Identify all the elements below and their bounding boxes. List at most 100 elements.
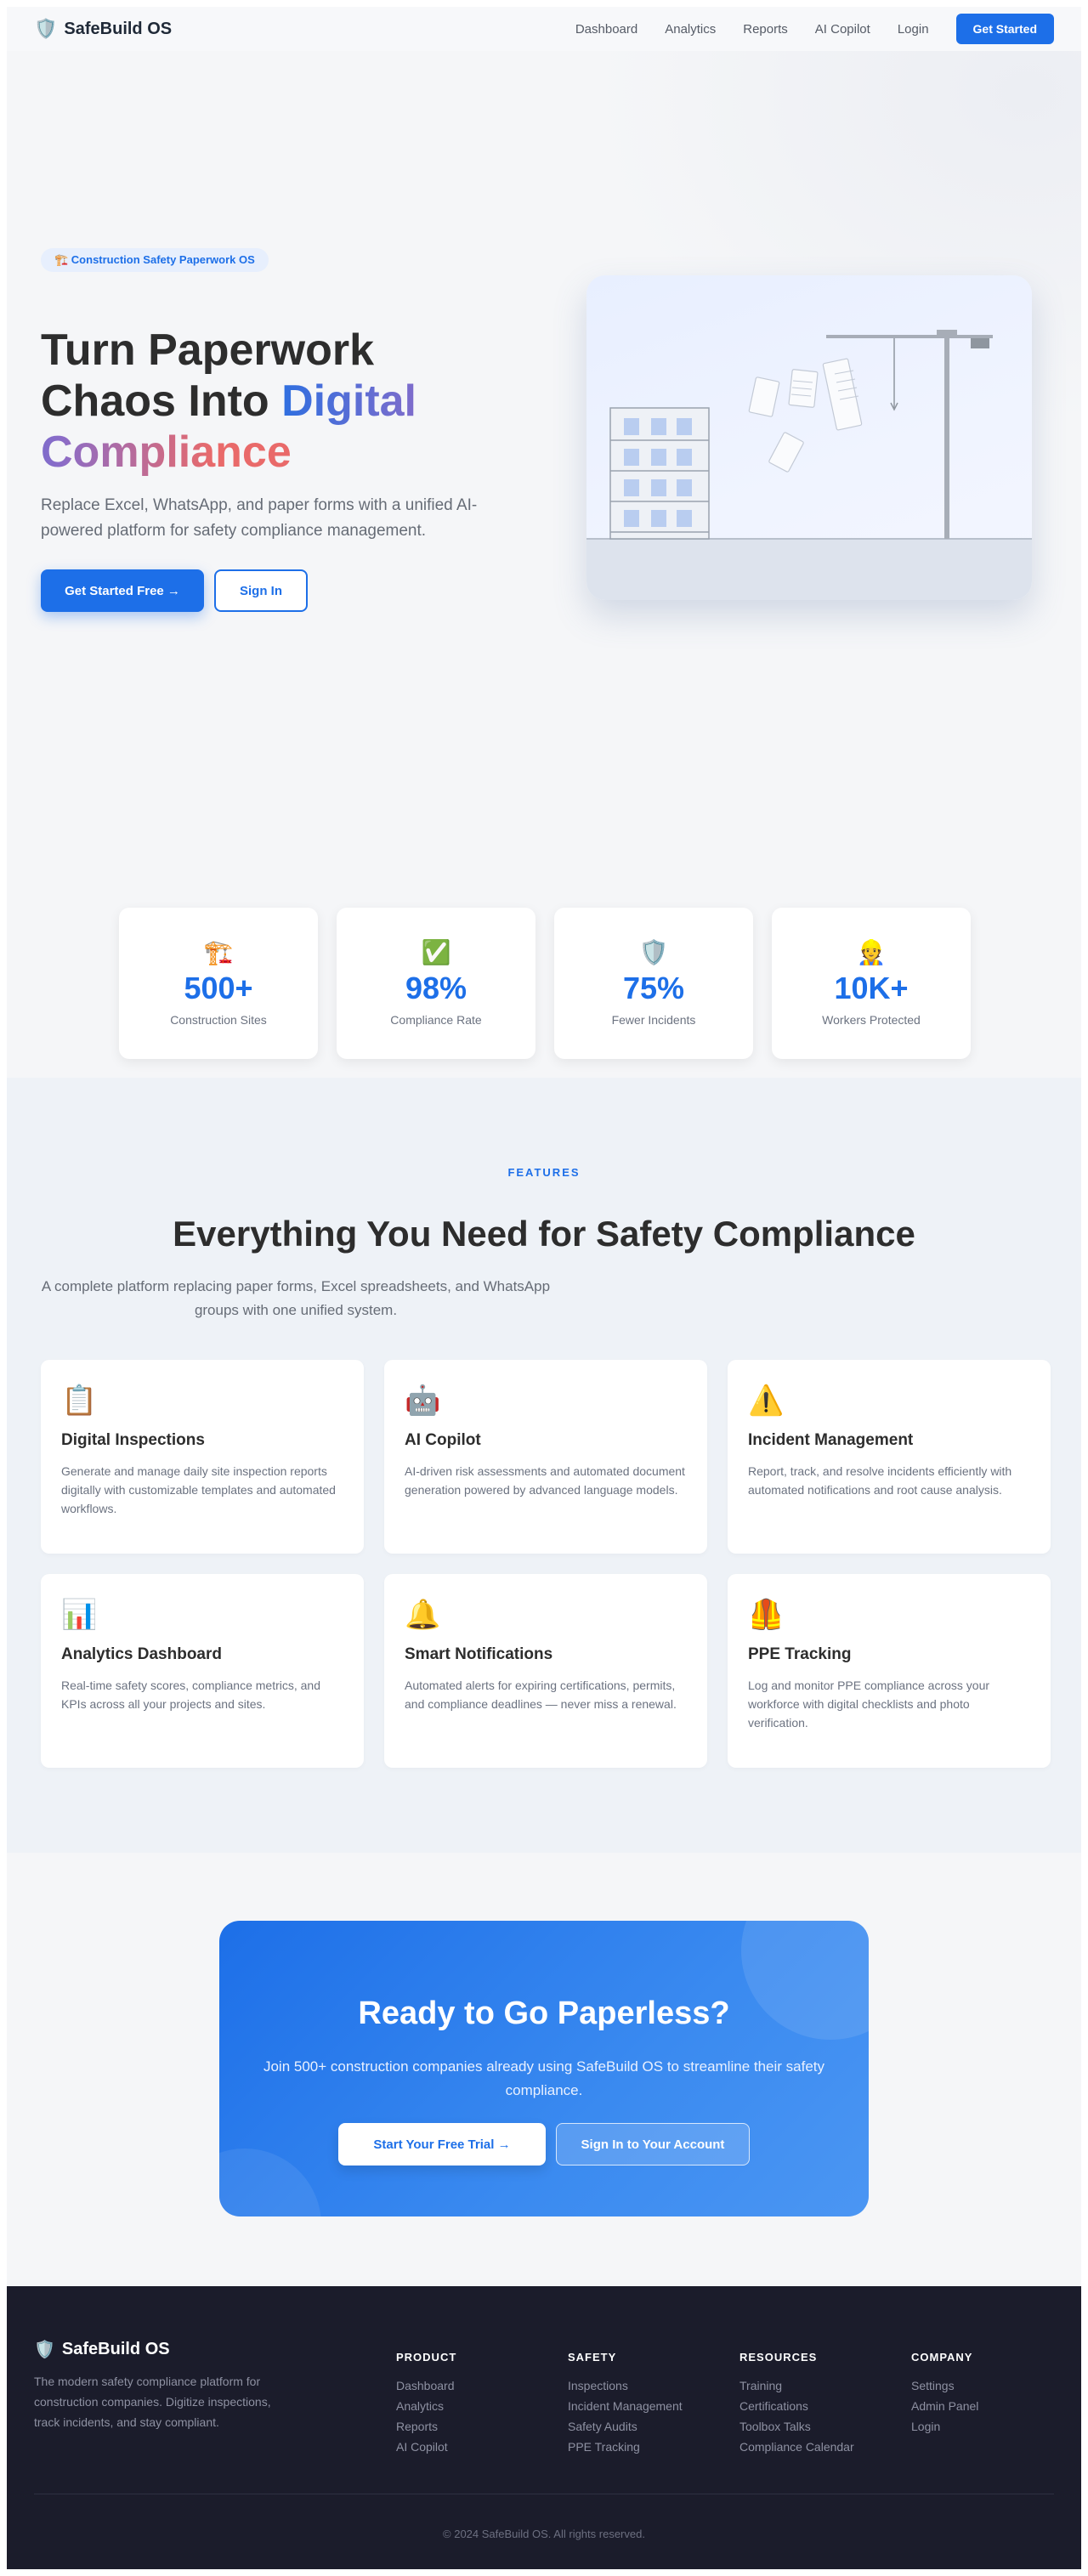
feature-card-ai-copilot: 🤖 AI Copilot AI-driven risk assessments … [384,1360,707,1554]
crane-icon: 🏗️ [203,939,234,965]
brand-name: SafeBuild OS [64,19,173,38]
feature-card-ppe-tracking: 🦺 PPE Tracking Log and monitor PPE compl… [728,1574,1051,1768]
footer-col-resources: RESOURCES Training Certifications Toolbo… [740,2351,854,2460]
footer-link-ppe-tracking[interactable]: PPE Tracking [568,2440,683,2454]
shield-icon: 🛡️ [638,939,669,965]
footer-copyright: © 2024 SafeBuild OS. All rights reserved… [443,2528,645,2540]
footer-brand-name: SafeBuild OS [61,2340,170,2358]
footer-link-training[interactable]: Training [740,2379,854,2392]
stats-row: 🏗️ 500+ Construction Sites ✅ 98% Complia… [119,908,971,1059]
get-started-free-button[interactable]: Get Started Free → [41,569,204,612]
nav-link-dashboard[interactable]: Dashboard [575,22,638,37]
hero-badge: 🏗️ Construction Safety Paperwork OS [41,248,269,272]
nav-link-ai-copilot[interactable]: AI Copilot [815,22,870,37]
cta-banner: Ready to Go Paperless? Join 500+ constru… [219,1921,869,2216]
stat-label: Fewer Incidents [611,1013,696,1027]
hero-section: 🏗️ Construction Safety Paperwork OS Turn… [7,51,1081,875]
construction-scene-icon [586,330,1032,600]
feature-card-desc: Generate and manage daily site inspectio… [61,1464,336,1515]
features-eyebrow: FEATURES [507,1166,581,1179]
footer-col-product: PRODUCT Dashboard Analytics Reports AI C… [396,2351,456,2460]
stat-card: ✅ 98% Compliance Rate [337,908,536,1059]
nav-links: Dashboard Analytics Reports AI Copilot L… [575,7,1054,51]
stat-label: Workers Protected [822,1013,921,1027]
feature-card-title: AI Copilot [405,1431,481,1449]
footer-link-dashboard[interactable]: Dashboard [396,2379,456,2392]
stat-value: 500+ [184,971,253,1005]
feature-card-desc: Real-time safety scores, compliance metr… [61,1679,320,1711]
footer-link-inspections[interactable]: Inspections [568,2379,683,2392]
features-section: FEATURES Everything You Need for Safety … [7,1078,1081,1853]
get-started-button[interactable]: Get Started [955,14,1054,44]
shield-icon: 🛡️ [34,2341,55,2359]
cta-subtitle: Join 500+ construction companies already… [263,2058,825,2098]
footer-link-compliance-calendar[interactable]: Compliance Calendar [740,2440,854,2454]
sign-in-button[interactable]: Sign In [214,569,308,612]
stat-card: 🏗️ 500+ Construction Sites [119,908,318,1059]
footer-link-incident-management[interactable]: Incident Management [568,2399,683,2413]
stat-value: 75% [622,971,685,1005]
feature-card-digital-inspections: 📋 Digital Inspections Generate and manag… [41,1360,364,1554]
feature-cards: 📋 Digital Inspections Generate and manag… [41,1360,1051,1768]
check-icon: ✅ [421,939,451,965]
stat-card: 🛡️ 75% Fewer Incidents [554,908,753,1059]
safety-vest-icon: 🦺 [748,1599,785,1631]
robot-icon: 🤖 [405,1384,441,1417]
nav-link-login[interactable]: Login [898,22,929,37]
feature-card-title: Incident Management [748,1431,914,1449]
top-nav: 🛡️ SafeBuild OS Dashboard Analytics Repo… [7,7,1081,51]
features-title: Everything You Need for Safety Complianc… [173,1214,915,1254]
nav-link-reports[interactable]: Reports [743,22,788,37]
hero-buttons: Get Started Free → Sign In [41,569,308,612]
footer-col-company: COMPANY Settings Admin Panel Login [911,2351,978,2440]
footer-link-login[interactable]: Login [911,2420,978,2433]
worker-icon: 👷 [856,939,887,965]
feature-card-title: Smart Notifications [405,1645,553,1663]
feature-card-desc: Report, track, and resolve incidents eff… [748,1464,1012,1497]
footer-brand[interactable]: 🛡️ SafeBuild OS [34,2339,170,2360]
hero-illustration [586,275,1032,600]
warning-icon: ⚠️ [748,1384,785,1417]
hero-subtitle: Replace Excel, WhatsApp, and paper forms… [41,496,478,540]
bell-icon: 🔔 [405,1599,441,1631]
shield-icon: 🛡️ [34,18,58,39]
feature-card-desc: Log and monitor PPE compliance across yo… [748,1679,990,1730]
feature-card-incident-management: ⚠️ Incident Management Report, track, an… [728,1360,1051,1554]
feature-card-smart-notifications: 🔔 Smart Notifications Automated alerts f… [384,1574,707,1768]
start-free-trial-button[interactable]: Start Your Free Trial → [338,2123,546,2166]
stat-card: 👷 10K+ Workers Protected [772,908,971,1059]
footer-link-ai-copilot[interactable]: AI Copilot [396,2440,456,2454]
footer-col-heading: PRODUCT [396,2351,457,2364]
feature-card-title: PPE Tracking [748,1645,852,1663]
brand-logo[interactable]: 🛡️ SafeBuild OS [34,18,172,40]
footer-col-heading: RESOURCES [740,2351,818,2364]
footer-col-heading: COMPANY [911,2351,973,2364]
cta-buttons: Start Your Free Trial → Sign In to Your … [219,2123,869,2166]
footer-link-certifications[interactable]: Certifications [740,2399,854,2413]
footer-link-settings[interactable]: Settings [911,2379,978,2392]
footer-link-analytics[interactable]: Analytics [396,2399,456,2413]
feature-card-title: Analytics Dashboard [61,1645,222,1663]
bar-chart-icon: 📊 [61,1599,98,1631]
nav-link-analytics[interactable]: Analytics [665,22,716,37]
footer-link-admin-panel[interactable]: Admin Panel [911,2399,978,2413]
footer-description: The modern safety compliance platform fo… [34,2375,271,2429]
stat-label: Construction Sites [170,1013,267,1027]
sign-in-account-button[interactable]: Sign In to Your Account [556,2123,750,2166]
stat-value: 10K+ [834,971,909,1005]
cta-title: Ready to Go Paperless? [358,1996,730,2031]
feature-card-title: Digital Inspections [61,1431,205,1449]
clipboard-icon: 📋 [61,1384,98,1417]
site-footer: 🛡️ SafeBuild OS The modern safety compli… [7,2286,1081,2569]
stat-label: Compliance Rate [390,1013,482,1027]
footer-link-safety-audits[interactable]: Safety Audits [568,2420,683,2433]
stat-value: 98% [405,971,468,1005]
footer-col-safety: SAFETY Inspections Incident Management S… [568,2351,683,2460]
hero-title: Turn Paperwork Chaos Into Digital Compli… [41,325,517,478]
feature-card-analytics-dashboard: 📊 Analytics Dashboard Real-time safety s… [41,1574,364,1768]
landing-page: 🛡️ SafeBuild OS Dashboard Analytics Repo… [7,7,1081,2569]
footer-link-toolbox-talks[interactable]: Toolbox Talks [740,2420,854,2433]
feature-card-desc: AI-driven risk assessments and automated… [405,1464,685,1497]
footer-col-heading: SAFETY [568,2351,617,2364]
footer-link-reports[interactable]: Reports [396,2420,456,2433]
